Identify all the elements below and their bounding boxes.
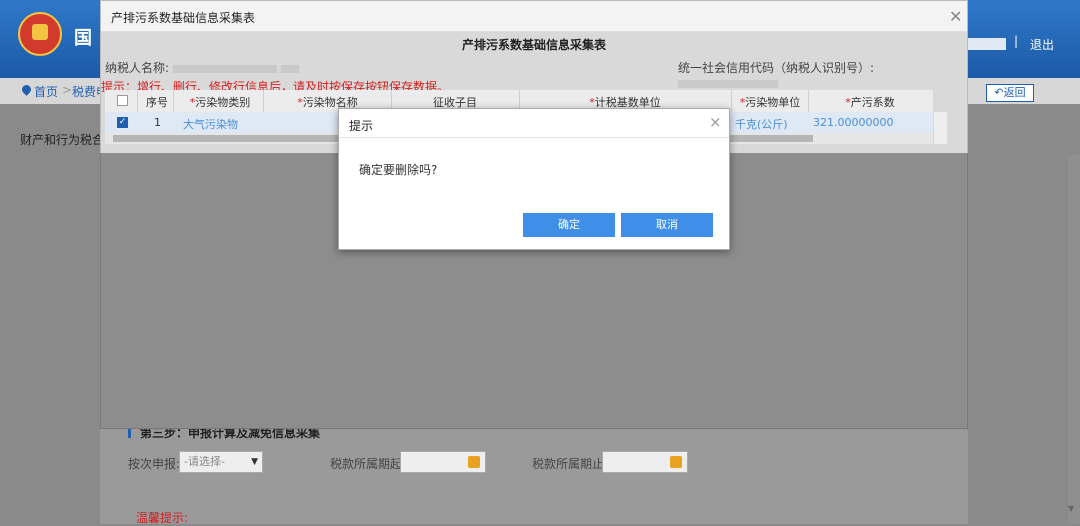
declare-label: 按次申报:: [128, 457, 181, 471]
credit-label: 统一社会信用代码（纳税人识别号）:: [678, 61, 875, 75]
dialog-message: 确定要删除吗?: [359, 163, 438, 177]
close-icon[interactable]: ✕: [949, 7, 962, 26]
cancel-button[interactable]: 取消: [621, 213, 713, 237]
col-pollutant-unit: *污染物单位: [739, 96, 801, 109]
col-coefficient: *产污系数: [845, 96, 895, 109]
breadcrumb-separator: >: [62, 83, 73, 97]
header-separator: |: [1014, 34, 1019, 48]
return-label: 返回: [1003, 86, 1026, 99]
col-index: 序号: [146, 96, 168, 109]
home-icon: [20, 83, 33, 96]
row-coefficient[interactable]: 321.00000000: [813, 116, 893, 129]
confirm-button[interactable]: 确定: [523, 213, 615, 237]
dialog-divider: [339, 137, 729, 138]
tax-emblem-icon: [18, 12, 62, 56]
taxpayer-field: 纳税人名称:: [105, 59, 299, 76]
dialog-title: 提示: [349, 119, 374, 133]
logout-link[interactable]: 退出: [1030, 36, 1054, 53]
row-pollutant-unit[interactable]: 千克(公斤): [735, 116, 788, 132]
row-checkbox[interactable]: ✓: [117, 117, 128, 128]
breadcrumb-home[interactable]: 首页: [34, 83, 58, 100]
scroll-down-icon[interactable]: ▼: [1068, 504, 1074, 513]
dropdown-arrow-icon: ▼: [251, 457, 258, 467]
warm-tip: 温馨提示:: [136, 511, 189, 525]
col-category: *污染物类别: [189, 96, 251, 109]
return-button[interactable]: ↶返回: [986, 84, 1034, 102]
row-category[interactable]: 大气污染物: [183, 116, 238, 132]
calendar-icon[interactable]: [670, 456, 682, 468]
declare-select[interactable]: -请选择- ▼: [179, 451, 263, 473]
brand-title: 国: [74, 28, 92, 49]
start-date-label: 税款所属期起:: [330, 457, 407, 471]
start-date-input[interactable]: [400, 451, 486, 473]
credit-code-field: 统一社会信用代码（纳税人识别号）:: [678, 59, 967, 90]
taxpayer-redacted: [172, 64, 277, 73]
confirm-dialog: 提示 × 确定要删除吗? 确定 取消: [338, 108, 730, 250]
declare-placeholder: -请选择-: [184, 455, 225, 468]
grid-vertical-scrollbar[interactable]: [934, 112, 947, 144]
form-title: 产排污系数基础信息采集表: [461, 38, 606, 52]
end-date-input[interactable]: [602, 451, 688, 473]
row-index: 1: [154, 116, 161, 129]
credit-redacted: [678, 79, 778, 88]
page-scrollbar[interactable]: [1068, 155, 1080, 524]
taxpayer-label: 纳税人名称:: [105, 61, 170, 75]
close-icon[interactable]: ×: [709, 113, 722, 131]
end-date-label: 税款所属期止:: [532, 457, 609, 471]
calendar-icon[interactable]: [468, 456, 480, 468]
modal-title: 产排污系数基础信息采集表: [111, 11, 256, 25]
taxpayer-redacted: [280, 64, 299, 73]
user-name-redacted: [968, 38, 1006, 50]
select-all-checkbox[interactable]: [117, 95, 128, 106]
